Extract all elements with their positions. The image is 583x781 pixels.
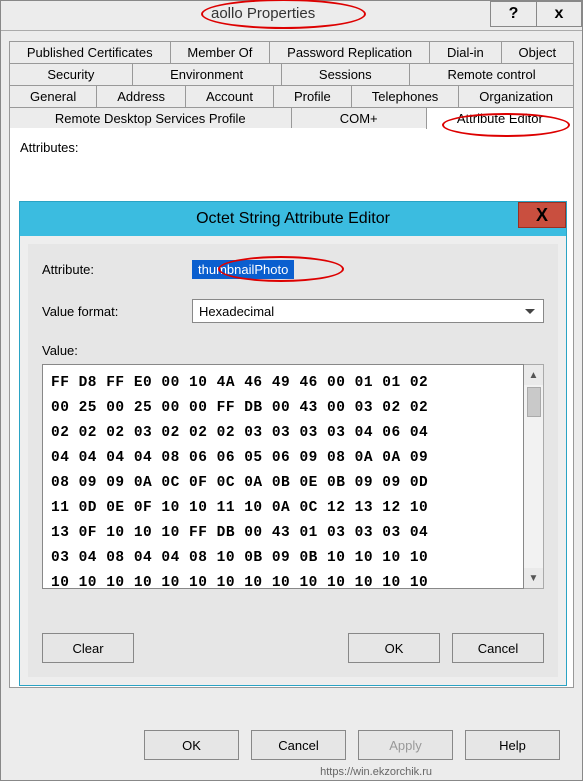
tab-environment[interactable]: Environment [132,63,282,85]
attributes-label: Attributes: [20,140,563,155]
tab-general[interactable]: General [9,85,97,107]
tab-member-of[interactable]: Member Of [170,41,271,63]
tab-remote-control[interactable]: Remote control [409,63,574,85]
editor-titlebar: Octet String Attribute Editor X [20,202,566,236]
editor-ok-button[interactable]: OK [348,633,440,663]
close-button[interactable]: x [536,2,581,26]
tab-profile[interactable]: Profile [273,85,352,107]
ok-button[interactable]: OK [144,730,239,760]
value-label: Value: [42,343,544,358]
tab-sessions[interactable]: Sessions [281,63,411,85]
editor-cancel-button[interactable]: Cancel [452,633,544,663]
outer-buttons: OK Cancel Apply Help [144,730,560,760]
titlebar: aollo Properties ? x [1,1,582,31]
tab-address[interactable]: Address [96,85,186,107]
editor-body: Attribute: thumbnailPhoto Value format: … [28,244,558,677]
outer-help-button[interactable]: Help [465,730,560,760]
properties-window: aollo Properties ? x Published Certifica… [0,0,583,781]
format-select[interactable]: Hexadecimal [192,299,544,323]
tab-password-replication[interactable]: Password Replication [269,41,430,63]
octet-editor-dialog: Octet String Attribute Editor X Attribut… [19,201,567,686]
tab-account[interactable]: Account [185,85,274,107]
tab-dial-in[interactable]: Dial-in [429,41,502,63]
tab-security[interactable]: Security [9,63,133,85]
editor-close-button[interactable]: X [518,202,566,228]
format-label: Value format: [42,304,192,319]
tab-attribute-editor[interactable]: Attribute Editor [426,107,574,129]
hex-textarea[interactable]: FF D8 FF E0 00 10 4A 46 49 46 00 01 01 0… [42,364,524,589]
cancel-button[interactable]: Cancel [251,730,346,760]
attribute-row: Attribute: thumbnailPhoto [42,260,544,279]
window-title: aollo Properties [211,5,315,22]
scrollbar[interactable]: ▲ ▼ [524,364,544,589]
attribute-value: thumbnailPhoto [192,260,294,279]
tabs: Published Certificates Member Of Passwor… [9,41,574,129]
scroll-down-icon[interactable]: ▼ [524,568,543,588]
format-row: Value format: Hexadecimal [42,299,544,323]
clear-button[interactable]: Clear [42,633,134,663]
watermark: https://win.ekzorchik.ru [320,766,432,778]
tab-organization[interactable]: Organization [458,85,574,107]
apply-button[interactable]: Apply [358,730,453,760]
editor-buttons: Clear OK Cancel [42,633,544,663]
tab-telephones[interactable]: Telephones [351,85,460,107]
editor-title: Octet String Attribute Editor [196,210,390,228]
scroll-up-icon[interactable]: ▲ [524,365,543,385]
tab-published-certificates[interactable]: Published Certificates [9,41,171,63]
attribute-label: Attribute: [42,262,192,277]
format-selected: Hexadecimal [199,304,274,319]
tab-rds-profile[interactable]: Remote Desktop Services Profile [9,107,292,129]
tab-object[interactable]: Object [501,41,574,63]
hex-wrap: FF D8 FF E0 00 10 4A 46 49 46 00 01 01 0… [42,364,544,589]
help-button[interactable]: ? [491,2,536,26]
tab-com-plus[interactable]: COM+ [291,107,427,129]
titlebar-buttons: ? x [490,1,582,27]
scroll-thumb[interactable] [527,387,541,417]
